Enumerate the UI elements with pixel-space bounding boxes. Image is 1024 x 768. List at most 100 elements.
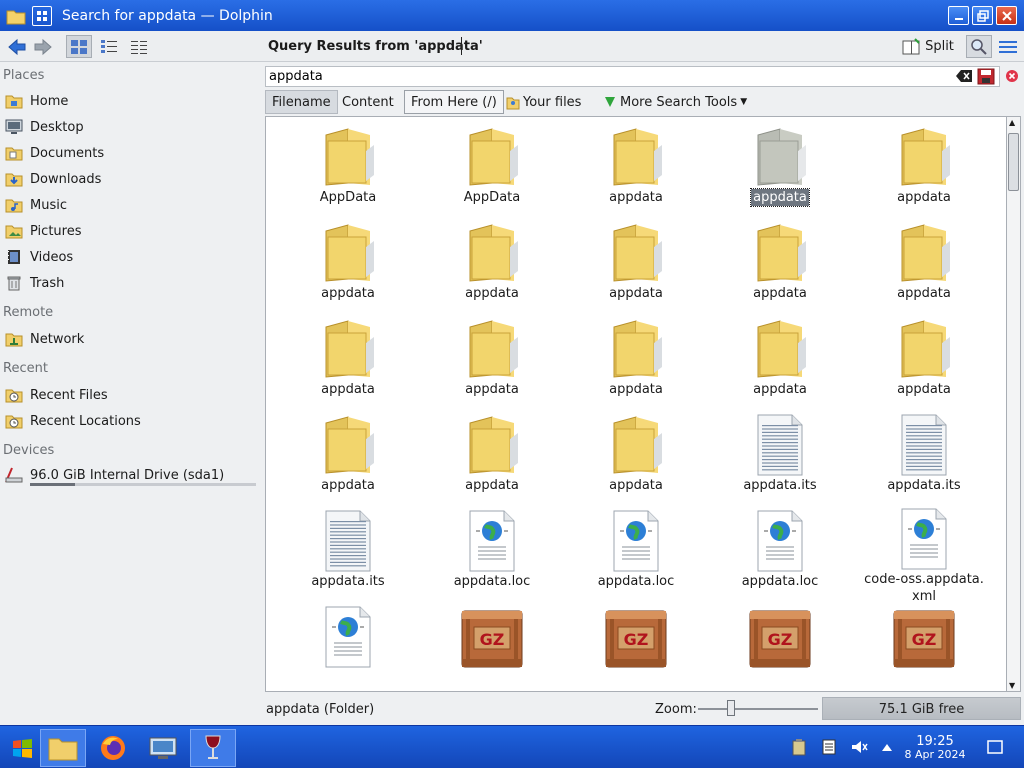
file-item[interactable]: appdata [420,411,564,507]
file-name: appdata [897,190,951,205]
file-item[interactable]: appdata [852,219,996,315]
folder-icon [604,219,668,285]
file-item[interactable]: AppData [276,123,420,219]
split-button[interactable]: Split [900,35,956,58]
taskbar-dolphin[interactable] [40,729,86,767]
hamburger-menu-button[interactable] [996,35,1020,58]
file-item[interactable]: GZ [708,603,852,691]
scroll-down-icon[interactable]: ▼ [1009,681,1015,690]
sidebar-item-downloads[interactable]: Downloads [4,167,256,191]
notes-tray-icon[interactable] [820,738,838,756]
svg-text:GZ: GZ [624,630,649,649]
clock-date: 8 Apr 2024 [904,748,966,761]
details-view-button[interactable] [96,35,122,58]
videos-folder-icon [4,247,24,267]
file-name: appdata [465,478,519,493]
file-item[interactable]: appdata [852,315,996,411]
back-button[interactable] [6,35,28,58]
file-view[interactable]: AppData AppData appdata appdata appdata appda… [265,116,1007,692]
clock-time: 19:25 [916,734,954,749]
search-toggle-button[interactable] [966,35,992,58]
compact-view-icon [131,40,147,54]
more-search-tools-button[interactable]: More Search Tools ▼ [596,90,754,114]
file-name: appdata [750,188,810,207]
file-item[interactable]: appdata [708,219,852,315]
file-item[interactable]: appdata [564,411,708,507]
clock[interactable]: 19:25 8 Apr 2024 [900,735,970,761]
file-item[interactable]: GZ [420,603,564,691]
minimize-button[interactable] [948,6,969,25]
file-item[interactable]: appdata [276,411,420,507]
file-item[interactable]: appdata [420,315,564,411]
file-item[interactable]: appdata.loc [564,507,708,603]
save-search-button[interactable] [977,68,995,89]
file-item[interactable]: appdata [708,123,852,219]
text-cursor [461,37,462,55]
file-name: appdata [753,382,807,397]
file-name: appdata.its [743,478,817,493]
file-item[interactable]: appdata [420,219,564,315]
file-item[interactable]: appdata.its [852,411,996,507]
recent-locations-icon [4,411,24,431]
file-item[interactable]: code-oss.appdata. xml [852,507,996,604]
free-space-indicator[interactable]: 75.1 GiB free [822,697,1021,720]
filter-your-files-button[interactable]: Your files [499,90,588,114]
sidebar-item-desktop[interactable]: Desktop [4,115,256,139]
file-item[interactable]: GZ [564,603,708,691]
text-file-icon [748,411,812,477]
location-label[interactable]: Query Results from 'appdata' [268,39,483,54]
clear-search-button[interactable] [955,68,973,88]
folder-icon [460,123,524,189]
vertical-scrollbar[interactable]: ▲ ▼ [1006,116,1021,692]
filter-from-here-button[interactable]: From Here (/) [404,90,504,114]
zoom-slider-track[interactable] [698,708,818,710]
sidebar-item-recent-locations[interactable]: Recent Locations [4,409,256,433]
maximize-button[interactable] [972,6,993,25]
file-item[interactable]: AppData [420,123,564,219]
tray-expand-icon[interactable] [878,738,896,756]
file-item[interactable] [276,603,420,691]
window-menu-icon[interactable] [32,5,52,26]
file-item[interactable]: appdata [564,315,708,411]
sidebar-item-videos[interactable]: Videos [4,245,256,269]
compact-view-button[interactable] [126,35,152,58]
folder-icon [460,411,524,477]
close-button[interactable] [996,6,1017,25]
taskbar-firefox[interactable] [90,729,136,767]
file-item[interactable]: appdata [852,123,996,219]
sidebar-item-trash[interactable]: Trash [4,271,256,295]
sidebar-item-pictures[interactable]: Pictures [4,219,256,243]
file-item[interactable]: appdata.its [708,411,852,507]
file-item[interactable]: appdata [276,219,420,315]
file-item[interactable]: appdata.its [276,507,420,603]
taskbar-wine[interactable] [190,729,236,767]
show-desktop-icon[interactable] [986,738,1004,756]
volume-muted-icon[interactable] [850,738,868,756]
taskbar-system-monitor[interactable] [140,729,186,767]
sidebar-item-home[interactable]: Home [4,89,256,113]
sidebar-item-network[interactable]: Network [4,327,256,351]
search-icon [971,38,987,55]
file-item[interactable]: appdata.loc [708,507,852,603]
file-item[interactable]: appdata.loc [420,507,564,603]
forward-button[interactable] [32,35,54,58]
scrollbar-thumb[interactable] [1008,133,1019,191]
close-icon [1001,10,1012,21]
sidebar-item-recent-files[interactable]: Recent Files [4,383,256,407]
zoom-slider-handle[interactable] [727,700,735,716]
file-item[interactable]: appdata [564,219,708,315]
clipboard-tray-icon[interactable] [790,738,808,756]
title-bar: Search for appdata — Dolphin [0,0,1024,31]
close-search-button[interactable] [1005,69,1019,87]
file-item[interactable]: appdata [708,315,852,411]
search-input[interactable] [266,67,926,86]
filter-content-button[interactable]: Content [335,90,401,114]
file-item[interactable]: appdata [276,315,420,411]
filter-filename-button[interactable]: Filename [265,90,338,114]
scroll-up-icon[interactable]: ▲ [1009,118,1015,127]
file-item[interactable]: appdata [564,123,708,219]
sidebar-item-documents[interactable]: Documents [4,141,256,165]
icons-view-button[interactable] [66,35,92,58]
sidebar-item-music[interactable]: Music [4,193,256,217]
file-item[interactable]: GZ [852,603,996,691]
